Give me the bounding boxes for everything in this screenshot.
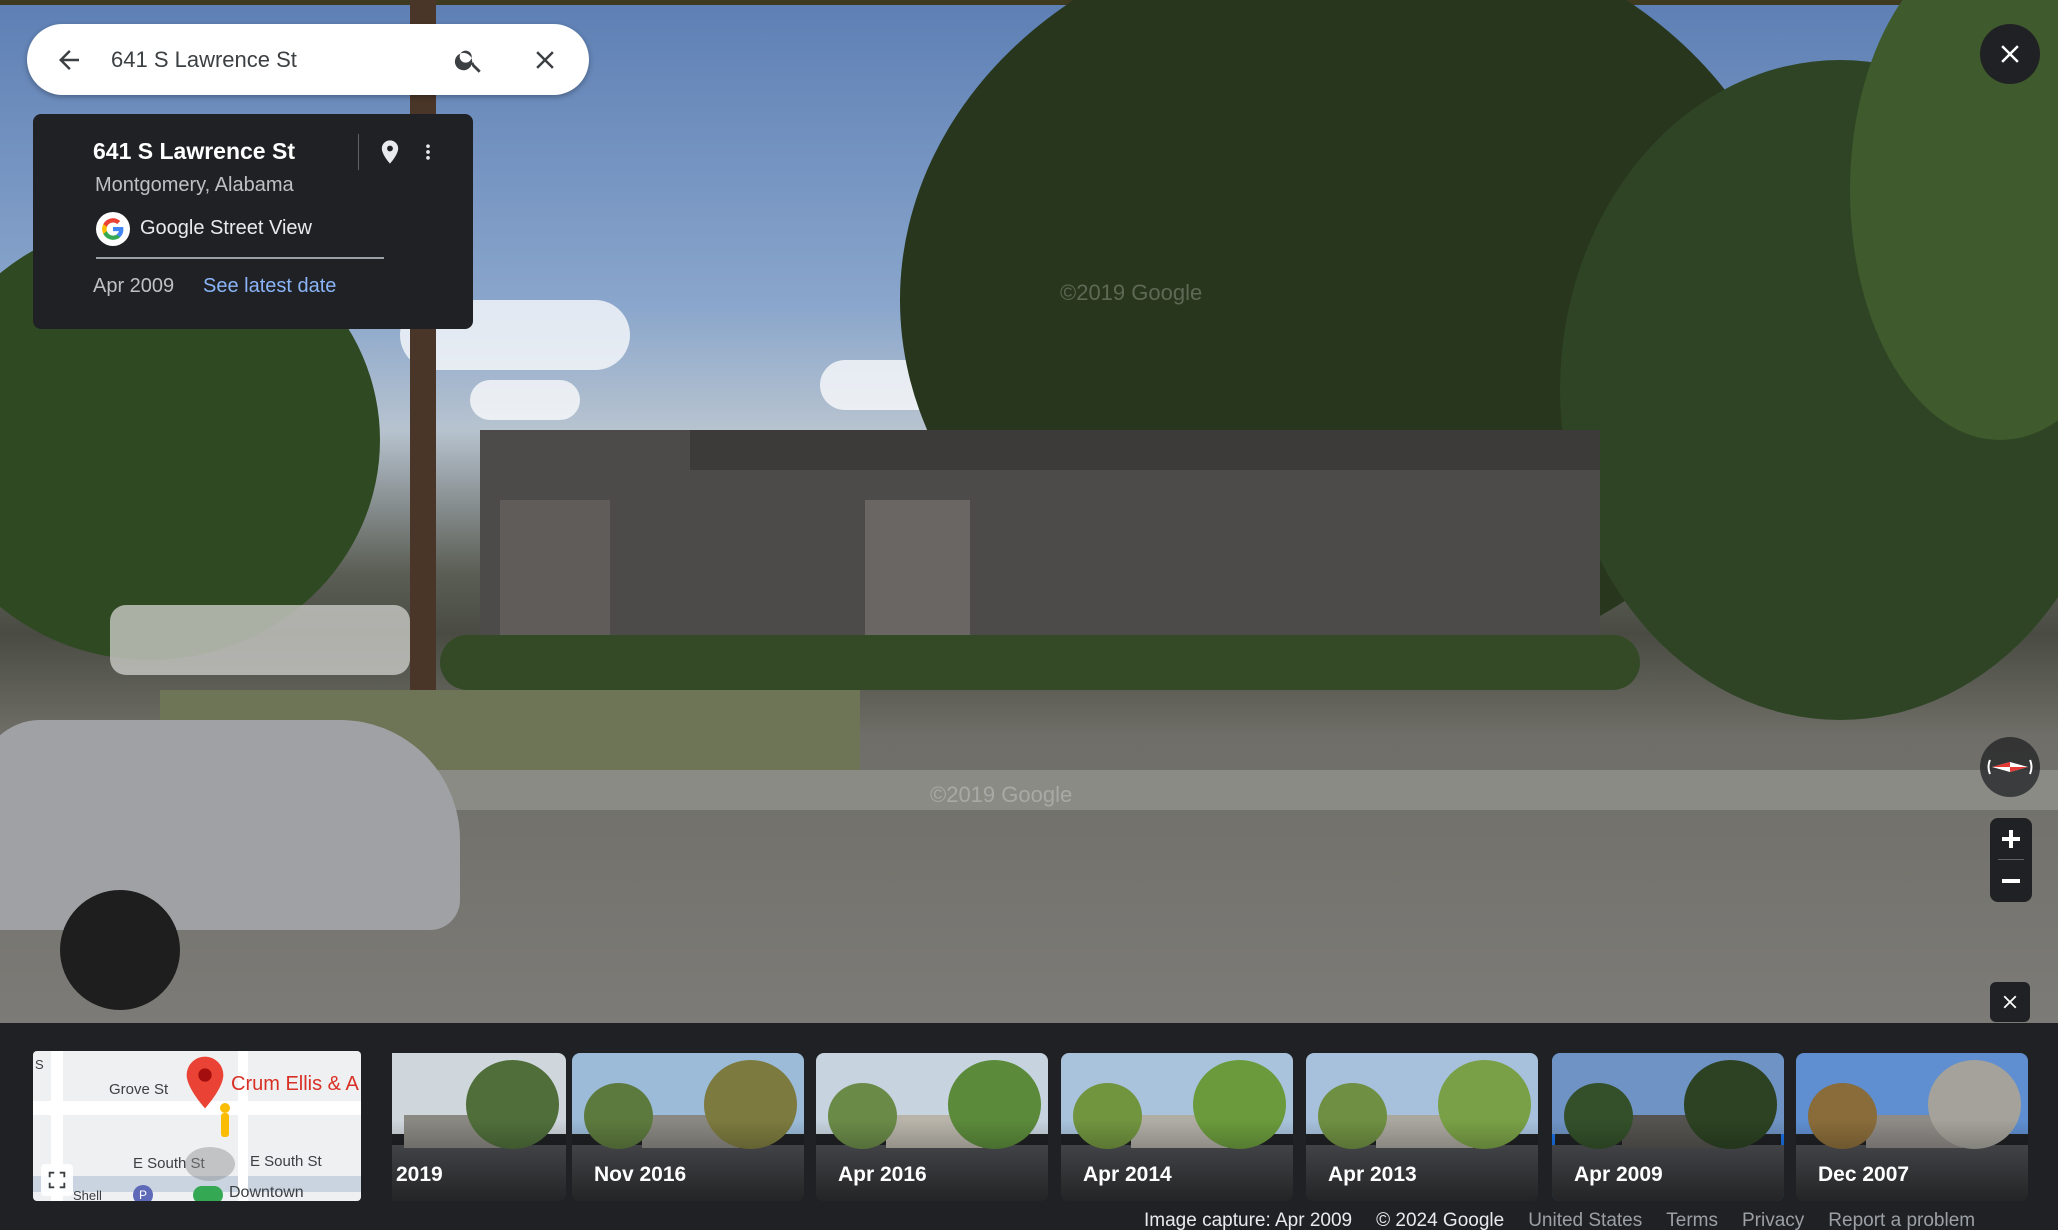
plus-icon	[2002, 830, 2020, 848]
compass-icon	[1987, 759, 2033, 775]
building-pillar	[865, 500, 970, 640]
map-area-label: Downtown	[229, 1184, 304, 1201]
more-vert-icon	[426, 144, 430, 160]
map-street-label: S	[35, 1057, 44, 1072]
thumb-date: Nov 2016	[594, 1163, 687, 1186]
zoom-control	[1990, 818, 2032, 902]
privacy-link[interactable]: Privacy	[1742, 1210, 1804, 1230]
clear-search-button[interactable]	[507, 24, 583, 95]
image-capture-date: Image capture: Apr 2009	[1144, 1210, 1353, 1230]
parking-icon: P	[133, 1185, 153, 1201]
thumb-date: Apr 2009	[1574, 1163, 1663, 1186]
hedge	[440, 635, 1640, 690]
pegman-icon	[220, 1103, 230, 1137]
car-wheel	[60, 890, 180, 1010]
location-subtitle: Montgomery, Alabama	[95, 174, 294, 196]
thumb-date: 2019	[396, 1163, 443, 1186]
show-on-map-button[interactable]	[376, 136, 404, 173]
provider-label: Google Street View	[140, 217, 312, 239]
terms-link[interactable]: Terms	[1666, 1210, 1718, 1230]
thumb-date: Apr 2014	[1083, 1163, 1172, 1186]
google-g-icon	[96, 212, 130, 246]
timeline-thumb[interactable]: Apr 2013	[1306, 1053, 1538, 1201]
search-box	[27, 24, 589, 95]
close-street-view-button[interactable]	[1980, 24, 2040, 84]
footer: Image capture: Apr 2009 © 2024 Google Un…	[1144, 1210, 1975, 1230]
divider	[96, 257, 384, 259]
building-pillar	[500, 500, 610, 640]
watermark: ©2019 Google	[1060, 280, 1203, 305]
thumb-date: Apr 2016	[838, 1163, 927, 1186]
country-link[interactable]: United States	[1528, 1210, 1642, 1230]
timeline-thumb[interactable]: Dec 2007	[1796, 1053, 2028, 1201]
close-timeline-button[interactable]	[1990, 982, 2030, 1022]
divider	[1998, 859, 2024, 860]
parked-cars	[110, 605, 410, 675]
zoom-out-button[interactable]	[1990, 860, 2032, 902]
expand-map-button[interactable]	[41, 1164, 73, 1196]
close-icon	[2001, 45, 2019, 63]
zoom-in-button[interactable]	[1990, 818, 2032, 860]
map-street-label: E South St	[250, 1153, 322, 1170]
thumb-date: Dec 2007	[1818, 1163, 1910, 1186]
compass-button[interactable]	[1980, 737, 2040, 797]
copyright: © 2024 Google	[1376, 1210, 1505, 1230]
timeline-thumb[interactable]: Apr 2016	[816, 1053, 1048, 1201]
timeline-thumbnails: 2019 Nov 2016 Apr 2016 Apr 2014 Apr 2013…	[392, 1053, 2032, 1202]
map-place-label: Shell	[73, 1188, 102, 1201]
thumb-date: Apr 2013	[1328, 1163, 1417, 1186]
timeline-thumb[interactable]: Nov 2016	[572, 1053, 804, 1201]
map-place-label: Crum Ellis & A	[231, 1073, 359, 1095]
minus-icon	[2002, 879, 2020, 883]
car	[0, 720, 460, 930]
cloud	[470, 380, 580, 420]
map-street-label: Grove St	[109, 1081, 169, 1098]
close-icon	[536, 50, 554, 69]
divider	[358, 134, 359, 170]
arrow-left-icon	[59, 49, 79, 70]
report-problem-link[interactable]: Report a problem	[1828, 1210, 1975, 1230]
back-button[interactable]	[27, 24, 111, 95]
see-latest-date-link[interactable]: See latest date	[203, 275, 336, 298]
building-roof	[690, 430, 1600, 470]
fullscreen-icon	[48, 1171, 66, 1189]
close-icon	[2003, 995, 2017, 1009]
timeline-thumb[interactable]: Apr 2014	[1061, 1053, 1293, 1201]
map-pin-icon	[381, 140, 399, 164]
location-info-card: 641 S Lawrence St Montgomery, Alabama Go…	[33, 114, 473, 329]
search-icon	[454, 50, 481, 73]
search-button[interactable]	[431, 24, 507, 95]
timeline-thumb[interactable]: 2019	[392, 1053, 566, 1201]
more-options-button[interactable]	[418, 136, 438, 173]
watermark: ©2019 Google	[930, 782, 1073, 807]
timeline-thumb-selected[interactable]: Apr 2009	[1552, 1053, 1784, 1201]
capture-date: Apr 2009	[93, 275, 175, 297]
top-edge	[0, 0, 2058, 5]
search-input[interactable]	[111, 46, 431, 73]
transit-marker	[193, 1186, 223, 1201]
mini-map[interactable]: S Grove St E South St E South St Crum El…	[33, 1051, 361, 1201]
location-title: 641 S Lawrence St	[93, 138, 295, 164]
